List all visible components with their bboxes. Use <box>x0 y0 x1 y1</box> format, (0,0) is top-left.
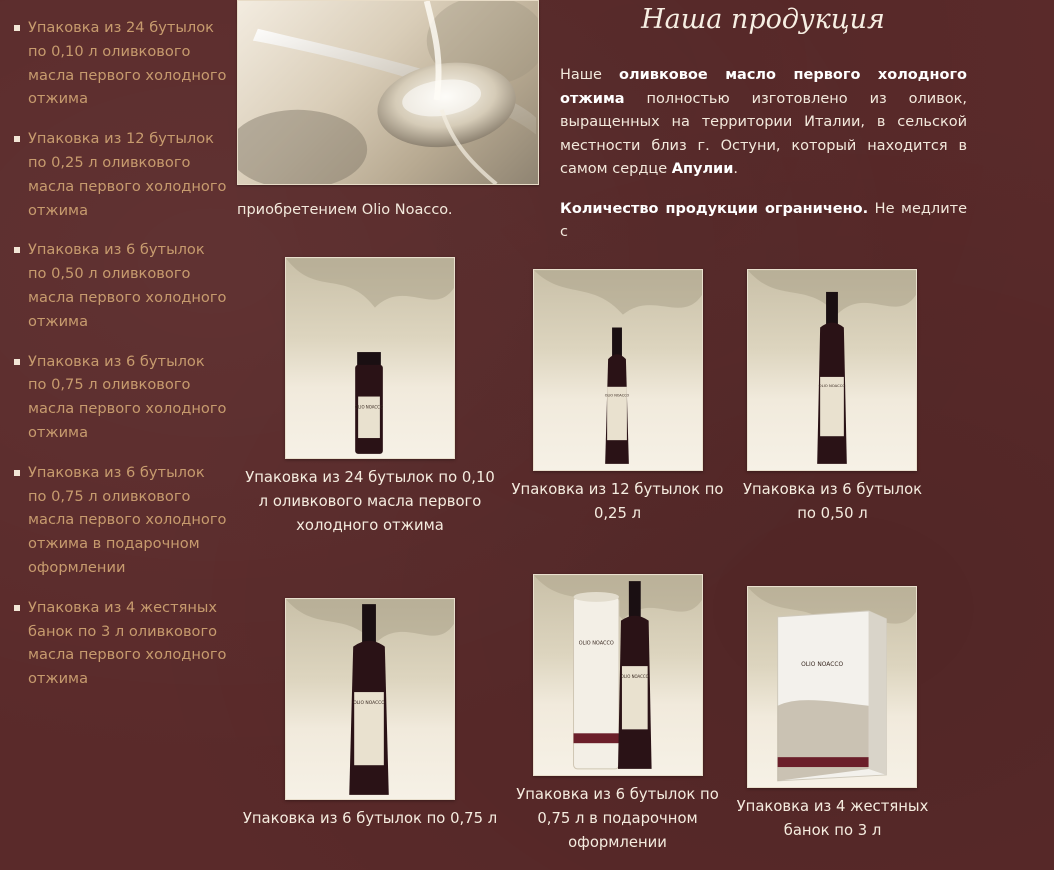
product-caption-6x050[interactable]: Упаковка из 6 бутылок по 0,50 л <box>735 478 930 526</box>
product-image-24x010[interactable]: OLIO NOACCO <box>285 257 455 459</box>
product-caption-6x075-gift[interactable]: Упаковка из 6 бутылок по 0,75 л в подаро… <box>510 783 725 854</box>
sidebar-nav: Упаковка из 24 бутылок по 0,10 л оливков… <box>12 16 227 707</box>
bottle-label-text: OLIO NOACCO <box>605 394 630 398</box>
sidebar-item-6x075[interactable]: Упаковка из 6 бутылок по 0,75 л оливково… <box>12 350 227 445</box>
bottle-label-text: OLIO NOACCO <box>819 384 846 388</box>
intro-paragraph-2: Количество продукции ограничено. Не медл… <box>560 198 967 245</box>
bottle-icon: OLIO NOACCO <box>286 599 454 795</box>
sidebar-item-label[interactable]: Упаковка из 12 бутылок по 0,25 л оливков… <box>28 130 226 218</box>
sidebar-item-6x050[interactable]: Упаковка из 6 бутылок по 0,50 л оливково… <box>12 238 227 333</box>
bottle-icon: OLIO NOACCO <box>534 270 702 464</box>
product-caption-4x3-tins[interactable]: Упаковка из 4 жестяных банок по 3 л <box>735 795 930 843</box>
bullet-icon <box>14 358 20 365</box>
bullet-icon <box>14 25 20 31</box>
sidebar-item-label[interactable]: Упаковка из 24 бутылок по 0,10 л оливков… <box>28 19 226 107</box>
gift-tube-icon: OLIO NOACCO OLIO NOACCO <box>534 575 702 770</box>
intro-bold-region: Апулии <box>671 161 734 177</box>
intro-text-span: Наше <box>560 67 620 83</box>
spoon-icon <box>238 1 538 184</box>
sidebar-item-4x3-tins[interactable]: Упаковка из 4 жестяных банок по 3 л олив… <box>12 596 227 691</box>
bottle-icon: OLIO NOACCO <box>748 270 916 464</box>
intro-text-span: . <box>733 161 738 177</box>
product-image-4x3-tins[interactable]: OLIO NOACCO <box>747 586 917 788</box>
bullet-icon <box>14 469 20 476</box>
tin-label-text: OLIO NOACCO <box>801 662 843 668</box>
product-image-6x075-gift[interactable]: OLIO NOACCO OLIO NOACCO <box>533 574 703 776</box>
bottle-label-text: OLIO NOACCO <box>621 674 649 679</box>
bottle-label-text: OLIO NOACCO <box>353 700 385 706</box>
sidebar-item-label[interactable]: Упаковка из 6 бутылок по 0,75 л оливково… <box>28 464 226 576</box>
hero-image-oil-spoon <box>237 0 539 185</box>
sidebar-item-label[interactable]: Упаковка из 6 бутылок по 0,75 л оливково… <box>28 353 226 441</box>
tin-can-icon: OLIO NOACCO <box>748 587 916 782</box>
product-image-6x050[interactable]: OLIO NOACCO <box>747 269 917 471</box>
sidebar-item-24x010[interactable]: Упаковка из 24 бутылок по 0,10 л оливков… <box>12 16 227 111</box>
product-image-6x075[interactable]: OLIO NOACCO <box>285 598 455 800</box>
product-caption-24x010[interactable]: Упаковка из 24 бутылок по 0,10 л оливков… <box>240 466 500 537</box>
sidebar-item-12x025[interactable]: Упаковка из 12 бутылок по 0,25 л оливков… <box>12 127 227 222</box>
intro-text: Наше оливковое масло первого холодного о… <box>560 64 967 261</box>
intro-paragraph-1: Наше оливковое масло первого холодного о… <box>560 64 967 182</box>
product-image-12x025[interactable]: OLIO NOACCO <box>533 269 703 471</box>
bullet-icon <box>14 604 20 611</box>
bottle-icon: OLIO NOACCO <box>286 258 454 454</box>
intro-tail-text: приобретением Olio Noacco. <box>237 202 453 218</box>
product-caption-6x075[interactable]: Упаковка из 6 бутылок по 0,75 л <box>240 807 500 831</box>
sidebar-item-6x075-gift[interactable]: Упаковка из 6 бутылок по 0,75 л оливково… <box>12 461 227 580</box>
sidebar-item-label[interactable]: Упаковка из 6 бутылок по 0,50 л оливково… <box>28 241 226 329</box>
intro-bold-limited: Количество продукции ограничено. <box>560 200 869 217</box>
sidebar-item-label[interactable]: Упаковка из 4 жестяных банок по 3 л олив… <box>28 599 226 687</box>
tube-label-text: OLIO NOACCO <box>579 640 614 646</box>
bottle-label-text: OLIO NOACCO <box>355 404 383 409</box>
page-title: Наша продукция <box>641 4 885 35</box>
product-caption-12x025[interactable]: Упаковка из 12 бутылок по 0,25 л <box>510 478 725 526</box>
bullet-icon <box>14 136 20 143</box>
bullet-icon <box>14 247 20 254</box>
